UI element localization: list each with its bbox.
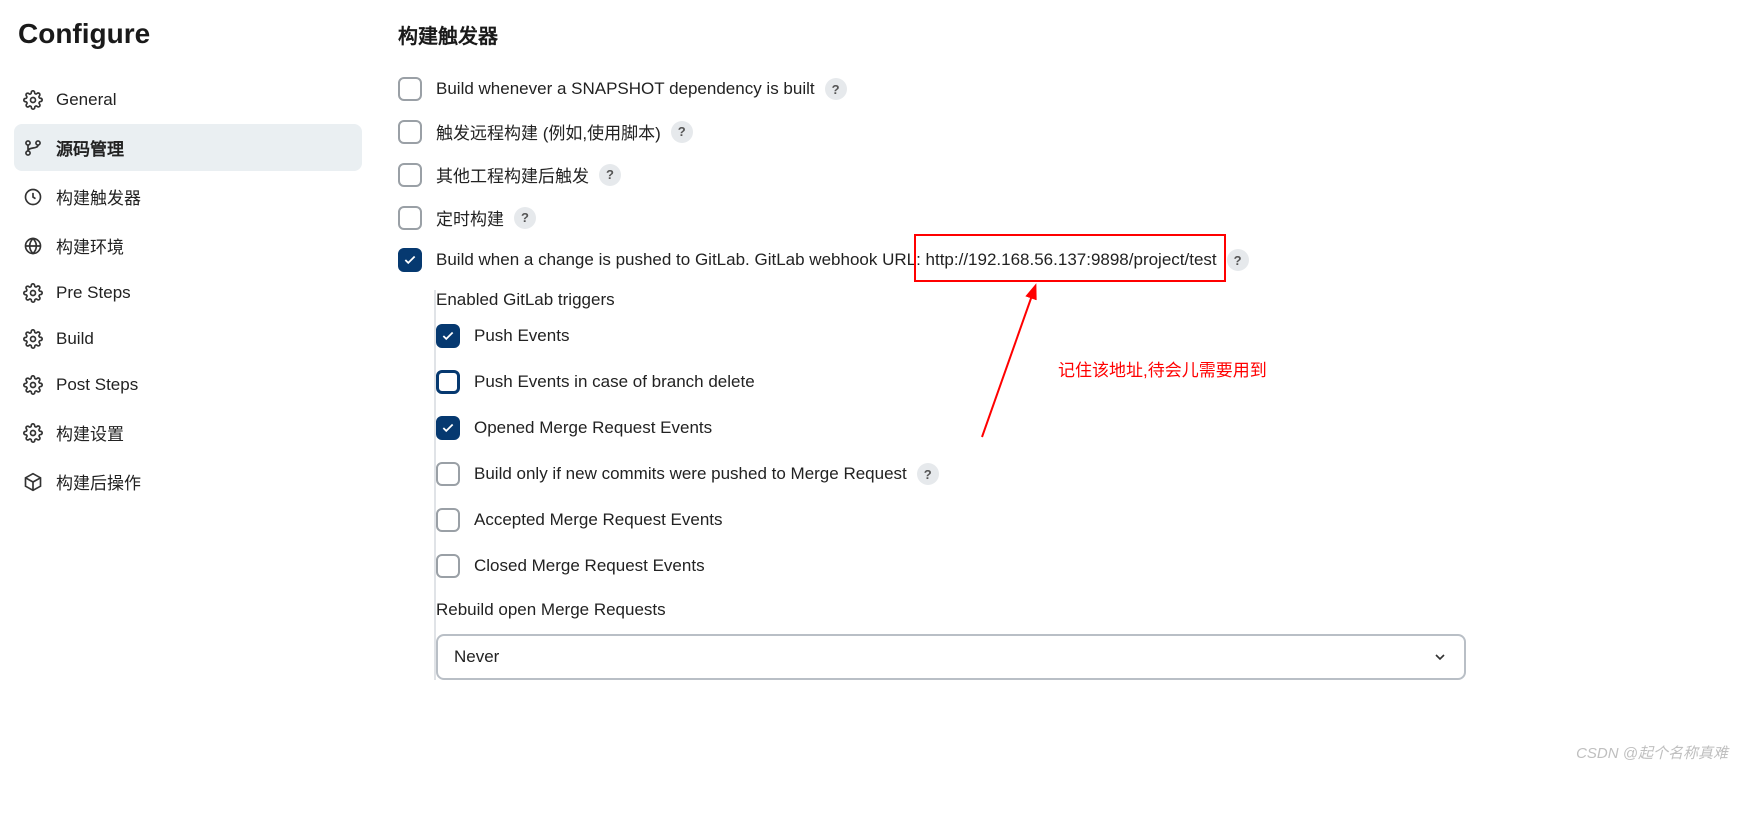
- sidebar-item-post-build[interactable]: 构建后操作: [14, 458, 362, 505]
- sidebar-item-label: 构建触发器: [56, 184, 141, 209]
- checkbox-checked[interactable]: [436, 324, 460, 348]
- sidebar-item-general[interactable]: General: [14, 78, 362, 122]
- select-value: Never: [454, 647, 499, 667]
- trigger-remote: 触发远程构建 (例如,使用脚本) ?: [398, 119, 1700, 144]
- checkbox[interactable]: [436, 554, 460, 578]
- enabled-triggers-label: Enabled GitLab triggers: [436, 290, 1700, 310]
- branch-icon: [22, 137, 44, 159]
- watermark: CSDN @起个名称真难: [1576, 742, 1728, 763]
- sidebar-item-pre-steps[interactable]: Pre Steps: [14, 271, 362, 315]
- page-title: Configure: [18, 18, 370, 50]
- trigger-gitlab: Build when a change is pushed to GitLab.…: [398, 248, 1700, 272]
- help-icon[interactable]: ?: [671, 121, 693, 143]
- sidebar-item-label: General: [56, 90, 116, 110]
- sub-closed-mr: Closed Merge Request Events: [436, 554, 1700, 578]
- checkbox-checked[interactable]: [436, 416, 460, 440]
- sidebar-item-label: 构建后操作: [56, 469, 141, 494]
- package-icon: [22, 471, 44, 493]
- option-label: Push Events in case of branch delete: [474, 372, 755, 392]
- option-label: Push Events: [474, 326, 569, 346]
- globe-icon: [22, 235, 44, 257]
- chevron-down-icon: [1432, 649, 1448, 665]
- rebuild-select[interactable]: Never: [436, 634, 1466, 680]
- sidebar: Configure General 源码管理 构建触发器 构建环境: [0, 0, 370, 817]
- option-label: 其他工程构建后触发: [436, 162, 589, 187]
- trigger-timed: 定时构建 ?: [398, 205, 1700, 230]
- sidebar-item-build-settings[interactable]: 构建设置: [14, 409, 362, 456]
- rebuild-label: Rebuild open Merge Requests: [436, 600, 1700, 620]
- clock-icon: [22, 186, 44, 208]
- sub-push-events: Push Events: [436, 324, 1700, 348]
- sidebar-item-source[interactable]: 源码管理: [14, 124, 362, 171]
- option-label: Accepted Merge Request Events: [474, 510, 723, 530]
- help-icon[interactable]: ?: [599, 164, 621, 186]
- option-label: Build when a change is pushed to GitLab.…: [436, 250, 1217, 270]
- option-label: 定时构建: [436, 205, 504, 230]
- sidebar-item-triggers[interactable]: 构建触发器: [14, 173, 362, 220]
- help-icon[interactable]: ?: [1227, 249, 1249, 271]
- sidebar-item-label: 构建设置: [56, 420, 124, 445]
- checkbox[interactable]: [436, 508, 460, 532]
- main-content: 构建触发器 Build whenever a SNAPSHOT dependen…: [370, 0, 1738, 817]
- checkbox[interactable]: [398, 77, 422, 101]
- gear-icon: [22, 328, 44, 350]
- checkbox[interactable]: [398, 163, 422, 187]
- option-label: Opened Merge Request Events: [474, 418, 712, 438]
- sidebar-item-label: Pre Steps: [56, 283, 131, 303]
- checkbox[interactable]: [436, 462, 460, 486]
- trigger-after-other: 其他工程构建后触发 ?: [398, 162, 1700, 187]
- option-label: 触发远程构建 (例如,使用脚本): [436, 119, 661, 144]
- help-icon[interactable]: ?: [917, 463, 939, 485]
- checkbox[interactable]: [436, 370, 460, 394]
- gear-icon: [22, 282, 44, 304]
- annotation-text: 记住该地址,待会儿需要用到: [1058, 356, 1267, 381]
- sub-build-new-commits: Build only if new commits were pushed to…: [436, 462, 1700, 486]
- checkbox[interactable]: [398, 120, 422, 144]
- sub-accepted-mr: Accepted Merge Request Events: [436, 508, 1700, 532]
- help-icon[interactable]: ?: [514, 207, 536, 229]
- sidebar-item-label: 构建环境: [56, 233, 124, 258]
- sidebar-item-label: Post Steps: [56, 375, 138, 395]
- help-icon[interactable]: ?: [825, 78, 847, 100]
- sidebar-item-label: 源码管理: [56, 135, 124, 160]
- gear-icon: [22, 89, 44, 111]
- gear-icon: [22, 422, 44, 444]
- checkbox-checked[interactable]: [398, 248, 422, 272]
- option-label: Build only if new commits were pushed to…: [474, 464, 907, 484]
- section-title: 构建触发器: [398, 20, 1700, 49]
- option-label: Build whenever a SNAPSHOT dependency is …: [436, 79, 815, 99]
- gitlab-subsection: Enabled GitLab triggers Push Events Push…: [434, 290, 1700, 680]
- sidebar-item-post-steps[interactable]: Post Steps: [14, 363, 362, 407]
- sidebar-item-build[interactable]: Build: [14, 317, 362, 361]
- option-label: Closed Merge Request Events: [474, 556, 705, 576]
- checkbox[interactable]: [398, 206, 422, 230]
- gear-icon: [22, 374, 44, 396]
- trigger-snapshot: Build whenever a SNAPSHOT dependency is …: [398, 77, 1700, 101]
- sidebar-item-label: Build: [56, 329, 94, 349]
- sub-opened-mr: Opened Merge Request Events: [436, 416, 1700, 440]
- sidebar-item-env[interactable]: 构建环境: [14, 222, 362, 269]
